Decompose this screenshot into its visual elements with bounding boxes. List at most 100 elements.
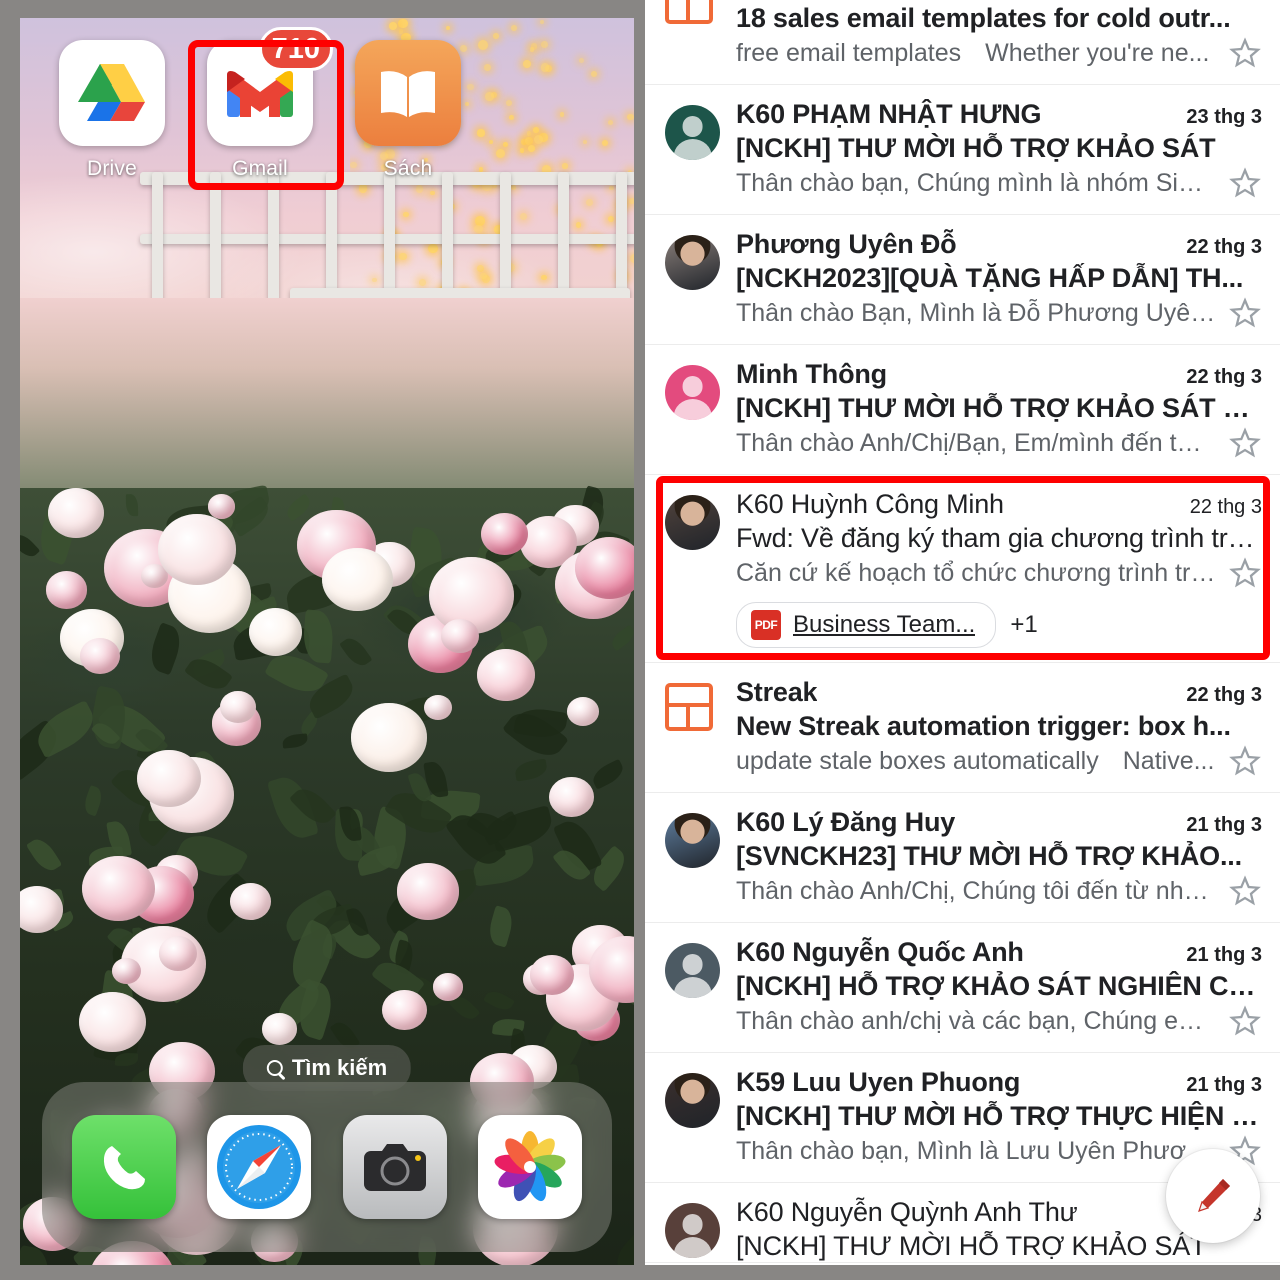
app-label-gmail: Gmail bbox=[232, 157, 288, 180]
compose-button[interactable] bbox=[1166, 1149, 1260, 1243]
star-outline-icon[interactable] bbox=[1228, 296, 1262, 330]
mail-thread-content: K60 PHẠM NHẬT HƯNG 23 thg 3 [NCKH] THƯ MỜI… bbox=[736, 99, 1262, 200]
mail-subject: [NCKH] THƯ MỜI HỖ TRỢ KHẢO SÁT bbox=[736, 133, 1216, 163]
mail-sender: Minh Thông bbox=[736, 359, 887, 389]
mail-snippet: Căn cứ kế hoạch tổ chức chương trình tra… bbox=[736, 558, 1216, 587]
gmail-badge-count: 710 bbox=[258, 27, 333, 71]
attachment-chip[interactable]: PDF Business Team... bbox=[736, 602, 997, 648]
star-outline-icon[interactable] bbox=[1228, 744, 1262, 778]
mail-snippet-line: Thân chào anh/chị và các bạn, Chúng em/.… bbox=[736, 1004, 1262, 1038]
avatar-body bbox=[673, 1237, 712, 1258]
app-drive[interactable]: Drive bbox=[38, 40, 186, 181]
pdf-file-icon: PDF bbox=[751, 610, 781, 640]
mail-subject: 18 sales email templates for cold outr..… bbox=[736, 3, 1231, 33]
mail-thread-content: K59 Luu Uyen Phuong 21 thg 3 [NCKH] THƯ MỜ… bbox=[736, 1067, 1262, 1168]
mail-sender: K60 Nguyễn Quốc Anh bbox=[736, 937, 1024, 967]
mail-snippet: free email templates Whether you're ne... bbox=[736, 38, 1210, 67]
app-gmail[interactable]: 710 Gmail bbox=[186, 27, 334, 181]
app-books[interactable]: Sách bbox=[334, 40, 482, 181]
sender-avatar-brand-logo bbox=[665, 683, 720, 738]
mail-subject: [NCKH] HỖ TRỢ KHẢO SÁT NGHIÊN CỨ... bbox=[736, 971, 1262, 1001]
mail-thread-content: Minh Thông 22 thg 3 [NCKH] THƯ MỜI HỖ TRỢ … bbox=[736, 359, 1262, 460]
sender-avatar[interactable] bbox=[665, 105, 720, 160]
star-outline-icon[interactable] bbox=[1228, 36, 1262, 70]
avatar-body bbox=[673, 977, 712, 998]
mail-snippet: Thân chào Anh/Chị, Chúng tôi đến từ nhó.… bbox=[736, 876, 1216, 905]
mail-sender-line: K60 Nguyễn Quốc Anh 21 thg 3 bbox=[736, 937, 1262, 968]
mail-sender: K60 Lý Đăng Huy bbox=[736, 807, 956, 837]
mail-thread-row[interactable]: Phương Uyên Đỗ 22 thg 3 [NCKH2023][QUÀ TẶN… bbox=[645, 215, 1280, 344]
avatar-head bbox=[682, 376, 703, 397]
mail-thread-content: K60 Nguyễn Quốc Anh 21 thg 3 [NCKH] HỖ TRỢ… bbox=[736, 937, 1262, 1038]
mail-sender-line: K60 Huỳnh Công Minh 22 thg 3 bbox=[736, 489, 1262, 520]
attachment-more-count: +1 bbox=[1010, 611, 1038, 638]
sender-avatar-brand-logo bbox=[665, 0, 720, 31]
gmail-icon[interactable]: 710 bbox=[207, 27, 333, 146]
sender-avatar[interactable] bbox=[665, 495, 720, 550]
sender-avatar[interactable] bbox=[665, 235, 720, 290]
mail-thread-content: Phương Uyên Đỗ 22 thg 3 [NCKH2023][QUÀ TẶN… bbox=[736, 229, 1262, 330]
mail-sender: Phương Uyên Đỗ bbox=[736, 229, 957, 259]
mail-snippet-line: Thân chào Anh/Chị/Bạn, Em/mình đến từ n.… bbox=[736, 426, 1262, 460]
mail-snippet-line: update stale boxes automatically Native..… bbox=[736, 744, 1262, 778]
mail-thread-row[interactable]: 18 sales email templates for cold outr..… bbox=[645, 0, 1280, 84]
mail-snippet: Thân chào Bạn, Mình là Đỗ Phương Uyên,..… bbox=[736, 298, 1216, 327]
star-outline-icon[interactable] bbox=[1228, 426, 1262, 460]
star-outline-icon[interactable] bbox=[1228, 874, 1262, 908]
mail-snippet-secondary: Native... bbox=[1122, 746, 1215, 775]
search-icon bbox=[266, 1060, 283, 1076]
mail-thread-row[interactable]: K60 PHẠM NHẬT HƯNG 23 thg 3 [NCKH] THƯ MỜI… bbox=[645, 85, 1280, 214]
mail-sender-line: K60 PHẠM NHẬT HƯNG 23 thg 3 bbox=[736, 99, 1262, 130]
mail-sender-line: K60 Lý Đăng Huy 21 thg 3 bbox=[736, 807, 1262, 838]
mail-date: 21 thg 3 bbox=[1186, 944, 1262, 966]
sender-avatar[interactable] bbox=[665, 1203, 720, 1258]
avatar-body bbox=[673, 139, 712, 160]
photos-icon[interactable] bbox=[478, 1115, 583, 1219]
sender-avatar[interactable] bbox=[665, 365, 720, 420]
mail-date: 22 thg 3 bbox=[1186, 236, 1262, 258]
mail-subject: [NCKH2023][QUÀ TẶNG HẤP DẪN] TH... bbox=[736, 263, 1244, 293]
mail-sender: K60 Nguyễn Quỳnh Anh Thư bbox=[736, 1197, 1078, 1227]
ios-home-screen: Drive 710 Gmail Sách Tìm kiếm bbox=[20, 18, 634, 1265]
mail-snippet-line: Thân chào Bạn, Mình là Đỗ Phương Uyên,..… bbox=[736, 296, 1262, 330]
star-outline-icon[interactable] bbox=[1228, 1004, 1262, 1038]
mail-snippet: Thân chào bạn, Mình là Lưu Uyên Phương,.… bbox=[736, 1136, 1216, 1165]
mail-date: 21 thg 3 bbox=[1186, 1074, 1262, 1096]
mail-subject: [SVNCKH23] THƯ MỜI HỖ TRỢ KHẢO... bbox=[736, 841, 1242, 871]
mail-thread-content: Streak 22 thg 3 New Streak automation trig… bbox=[736, 677, 1262, 778]
sender-avatar[interactable] bbox=[665, 1073, 720, 1128]
gmail-thread-list[interactable]: 18 sales email templates for cold outr..… bbox=[645, 0, 1280, 1265]
google-drive-icon[interactable] bbox=[59, 40, 165, 146]
home-search-label: Tìm kiếm bbox=[291, 1055, 388, 1080]
mail-date: 23 thg 3 bbox=[1186, 106, 1262, 128]
mail-thread-row[interactable]: K60 Huỳnh Công Minh 22 thg 3 Fwd: Về đăng … bbox=[645, 475, 1280, 662]
mail-sender-line: Streak 22 thg 3 bbox=[736, 677, 1262, 708]
mail-sender: K60 Huỳnh Công Minh bbox=[736, 489, 1004, 519]
mail-sender: K60 PHẠM NHẬT HƯNG bbox=[736, 99, 1042, 129]
mail-sender-line: Minh Thông 22 thg 3 bbox=[736, 359, 1262, 390]
mail-date: 22 thg 3 bbox=[1189, 496, 1262, 518]
mail-subject: [NCKH] THƯ MỜI HỖ TRỢ KHẢO SÁT N... bbox=[736, 393, 1262, 423]
camera-icon[interactable] bbox=[342, 1115, 447, 1219]
streak-logo-icon bbox=[665, 0, 713, 24]
safari-icon[interactable] bbox=[207, 1115, 312, 1219]
ios-dock bbox=[42, 1082, 612, 1252]
mail-thread-content: K60 Huỳnh Công Minh 22 thg 3 Fwd: Về đăng … bbox=[736, 489, 1262, 648]
avatar-head bbox=[682, 116, 703, 137]
sender-avatar[interactable] bbox=[665, 943, 720, 998]
mail-thread-row[interactable]: Minh Thông 22 thg 3 [NCKH] THƯ MỜI HỖ TRỢ … bbox=[645, 345, 1280, 474]
star-outline-icon[interactable] bbox=[1228, 166, 1262, 200]
mail-thread-row[interactable]: K60 Lý Đăng Huy 21 thg 3 [SVNCKH23] THƯ MỜ… bbox=[645, 793, 1280, 922]
books-icon[interactable] bbox=[355, 40, 461, 146]
avatar-body bbox=[673, 399, 712, 420]
screenshot-root: Drive 710 Gmail Sách Tìm kiếm 18 sales e… bbox=[0, 0, 1280, 1280]
mail-thread-row[interactable]: K60 Nguyễn Quốc Anh 21 thg 3 [NCKH] HỖ TRỢ… bbox=[645, 923, 1280, 1052]
sender-avatar[interactable] bbox=[665, 813, 720, 868]
mail-snippet: Thân chào anh/chị và các bạn, Chúng em/.… bbox=[736, 1006, 1216, 1035]
star-outline-icon[interactable] bbox=[1228, 556, 1262, 590]
phone-icon[interactable] bbox=[71, 1115, 176, 1219]
mail-thread-row[interactable]: Streak 22 thg 3 New Streak automation trig… bbox=[645, 663, 1280, 792]
mail-thread-content: K60 Lý Đăng Huy 21 thg 3 [SVNCKH23] THƯ MỜ… bbox=[736, 807, 1262, 908]
mail-snippet-line: Thân chào Anh/Chị, Chúng tôi đến từ nhó.… bbox=[736, 874, 1262, 908]
mail-thread-content: 18 sales email templates for cold outr..… bbox=[736, 0, 1262, 70]
